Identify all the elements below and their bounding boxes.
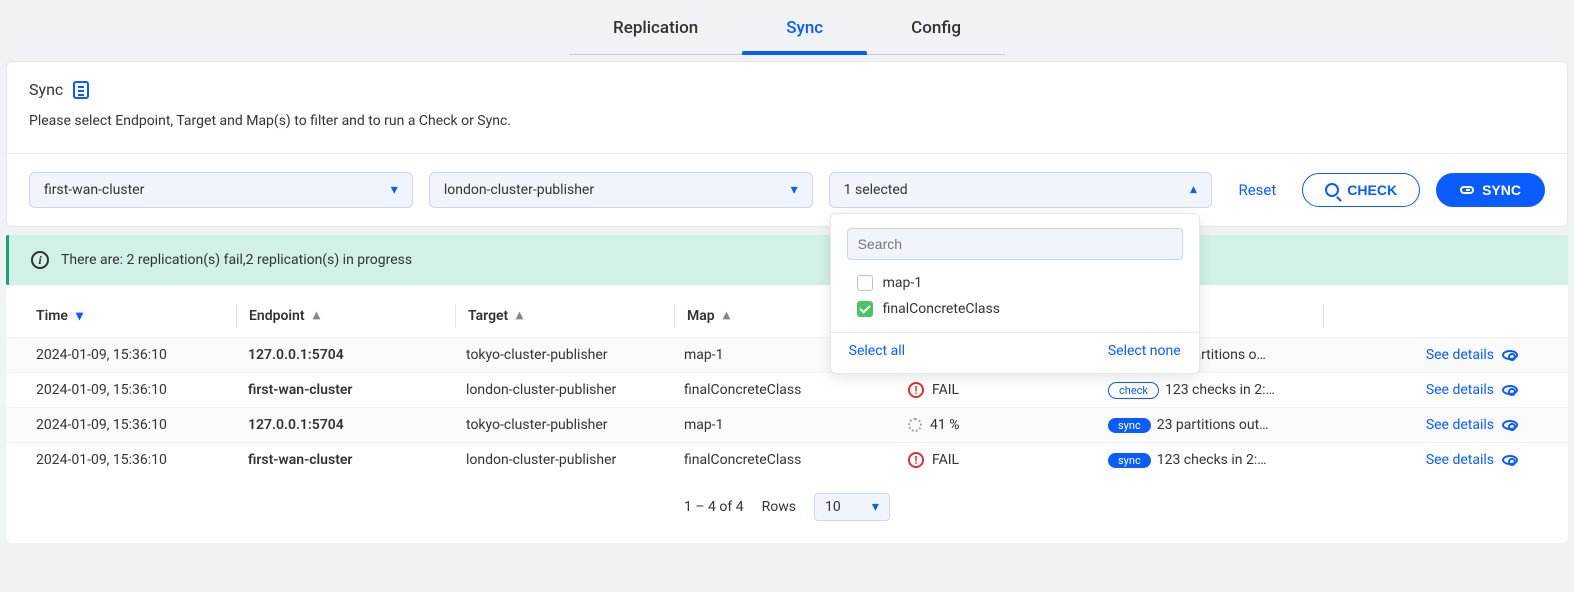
select-none-link[interactable]: Select none: [1108, 343, 1181, 359]
cell-map: finalConcreteClass: [672, 452, 890, 468]
chevron-up-icon: ▾: [516, 308, 523, 324]
chevron-down-icon: ▾: [76, 308, 83, 324]
eye-icon[interactable]: [1502, 455, 1518, 465]
table-row: 2024-01-09, 15:36:10first-wan-clusterlon…: [6, 372, 1568, 407]
cell-desc: sync23 partitions out…: [1108, 417, 1318, 433]
endpoint-select[interactable]: first-wan-cluster ▾: [29, 172, 413, 208]
maps-dropdown: map-1 finalConcreteClass Select all Sele…: [830, 213, 1200, 374]
see-details-link[interactable]: See details: [1426, 417, 1494, 433]
badge-check: check: [1108, 382, 1159, 399]
target-select[interactable]: london-cluster-publisher ▾: [429, 172, 813, 208]
cell-target: tokyo-cluster-publisher: [454, 347, 672, 363]
link-icon: [1460, 186, 1474, 194]
table-row: 2024-01-09, 15:36:10first-wan-clusterlon…: [6, 442, 1568, 477]
fail-icon: [908, 452, 924, 468]
rows-per-page-select[interactable]: 10 ▾: [814, 493, 890, 521]
cell-endpoint: first-wan-cluster: [236, 382, 454, 398]
cell-status: FAIL: [890, 382, 1108, 398]
chevron-up-icon: ▾: [1190, 182, 1197, 198]
eye-icon[interactable]: [1502, 385, 1518, 395]
cell-endpoint: first-wan-cluster: [236, 452, 454, 468]
checkbox-unchecked-icon[interactable]: [857, 275, 873, 291]
target-value: london-cluster-publisher: [444, 182, 594, 198]
cell-status: FAIL: [890, 452, 1108, 468]
cell-map: map-1: [672, 417, 890, 433]
cell-desc: sync123 checks in 2:…: [1108, 452, 1318, 468]
cell-endpoint: 127.0.0.1:5704: [236, 347, 454, 363]
pager: 1 – 4 of 4 Rows 10 ▾: [6, 477, 1568, 543]
table-row: 2024-01-09, 15:36:10127.0.0.1:5704tokyo-…: [6, 337, 1568, 372]
cell-time: 2024-01-09, 15:36:10: [18, 417, 236, 433]
cell-time: 2024-01-09, 15:36:10: [18, 452, 236, 468]
col-time[interactable]: Time▾: [18, 308, 236, 324]
badge-sync: sync: [1108, 418, 1151, 433]
document-icon: [73, 81, 89, 99]
cell-endpoint: 127.0.0.1:5704: [236, 417, 454, 433]
see-details-link[interactable]: See details: [1426, 452, 1494, 468]
see-details-link[interactable]: See details: [1426, 347, 1494, 363]
tab-sync[interactable]: Sync: [742, 18, 867, 54]
main-tabs: Replication Sync Config: [0, 0, 1574, 55]
cell-target: london-cluster-publisher: [454, 452, 672, 468]
checkbox-checked-icon[interactable]: [857, 301, 873, 317]
instruction-text: Please select Endpoint, Target and Map(s…: [29, 113, 1545, 129]
tab-config[interactable]: Config: [867, 18, 1005, 54]
cell-target: london-cluster-publisher: [454, 382, 672, 398]
search-icon: [1325, 183, 1339, 197]
select-all-link[interactable]: Select all: [849, 343, 905, 359]
dropdown-option-finalconcreteclass[interactable]: finalConcreteClass: [831, 296, 1199, 322]
cell-map: finalConcreteClass: [672, 382, 890, 398]
spinner-icon: [908, 418, 922, 432]
cell-time: 2024-01-09, 15:36:10: [18, 382, 236, 398]
chevron-down-icon: ▾: [791, 182, 798, 198]
alert-text: There are: 2 replication(s) fail,2 repli…: [61, 252, 412, 268]
cell-time: 2024-01-09, 15:36:10: [18, 347, 236, 363]
see-details-link[interactable]: See details: [1426, 382, 1494, 398]
chevron-up-icon: ▾: [313, 308, 320, 324]
pager-range: 1 – 4 of 4: [684, 499, 744, 515]
chevron-up-icon: ▾: [723, 308, 730, 324]
eye-icon[interactable]: [1502, 350, 1518, 360]
status-alert: There are: 2 replication(s) fail,2 repli…: [6, 235, 1568, 285]
sync-panel: Sync Please select Endpoint, Target and …: [6, 61, 1568, 227]
chevron-down-icon: ▾: [391, 182, 398, 198]
dropdown-search-input[interactable]: [847, 228, 1183, 260]
table-row: 2024-01-09, 15:36:10127.0.0.1:5704tokyo-…: [6, 407, 1568, 442]
maps-value: 1 selected: [844, 182, 908, 198]
chevron-down-icon: ▾: [872, 499, 879, 515]
cell-status: 41 %: [890, 417, 1108, 433]
endpoint-value: first-wan-cluster: [44, 182, 144, 198]
fail-icon: [908, 382, 924, 398]
col-target[interactable]: Target▾: [456, 308, 674, 324]
tab-replication[interactable]: Replication: [569, 18, 742, 54]
maps-select[interactable]: 1 selected ▾ map-1 finalConcreteClass Se…: [829, 172, 1213, 208]
cell-target: tokyo-cluster-publisher: [454, 417, 672, 433]
rows-label: Rows: [762, 499, 796, 515]
dropdown-option-map-1[interactable]: map-1: [831, 270, 1199, 296]
badge-sync: sync: [1108, 453, 1151, 468]
info-icon: [31, 251, 49, 269]
check-button[interactable]: CHECK: [1302, 173, 1420, 207]
results-table: Time▾ Endpoint▾ Target▾ Map▾ ▾ 2024-01-0…: [6, 285, 1568, 543]
page-title: Sync: [29, 80, 63, 99]
sync-button[interactable]: SYNC: [1436, 173, 1545, 207]
col-endpoint[interactable]: Endpoint▾: [237, 308, 455, 324]
reset-link[interactable]: Reset: [1228, 181, 1286, 199]
eye-icon[interactable]: [1502, 420, 1518, 430]
cell-desc: check123 checks in 2:…: [1108, 382, 1318, 399]
